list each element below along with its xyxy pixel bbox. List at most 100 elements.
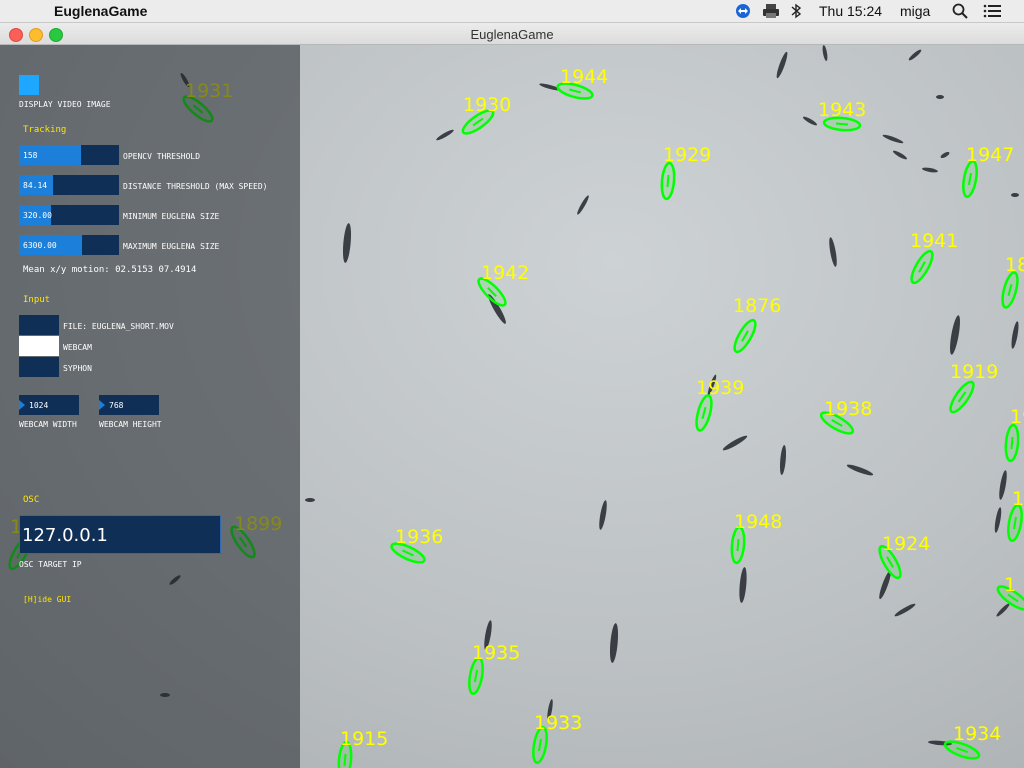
input-file-toggle[interactable] [19, 315, 59, 335]
track-id-label: 1934 [953, 723, 1001, 745]
max-euglena-size-value: 6300.00 [23, 241, 57, 250]
osc-target-ip-label: OSC TARGET IP [19, 560, 82, 569]
increment-arrow-icon [99, 400, 105, 410]
euglena-cell [599, 500, 607, 530]
track-id-label: 1924 [882, 533, 930, 555]
input-section-title: Input [23, 295, 51, 305]
track-id-label: 1876 [733, 295, 781, 317]
tracking-contour [910, 249, 934, 285]
euglena-cell [1011, 193, 1019, 197]
webcam-height-value: 768 [109, 401, 124, 410]
tracking-contour [733, 318, 757, 354]
menu-clock[interactable]: Thu 15:24 [819, 3, 882, 19]
webcam-width-value: 1024 [29, 401, 49, 410]
display-video-label: DISPLAY VIDEO IMAGE [19, 100, 111, 109]
mean-motion-readout: Mean x/y motion: 02.5153 07.4914 [23, 265, 197, 275]
tracking-contour [660, 161, 676, 201]
track-id-label: 1 [1012, 488, 1024, 510]
distance-threshold-slider[interactable]: 84.14 [19, 175, 119, 195]
opencv-threshold-value: 158 [23, 151, 38, 160]
euglena-cell [846, 464, 874, 476]
osc-target-ip-value: 127.0.0.1 [22, 525, 108, 546]
track-id-label: 1 [1004, 574, 1016, 596]
max-euglena-size-label: MAXIMUM EUGLENA SIZE [123, 242, 220, 251]
webcam-width-label: WEBCAM WIDTH [19, 420, 77, 429]
track-id-label: 1930 [463, 94, 511, 116]
bluetooth-icon[interactable] [790, 3, 802, 19]
hide-gui-hint: [H]ide GUI [23, 595, 72, 604]
osc-section-title: OSC [23, 495, 40, 505]
euglena-cell [908, 49, 922, 61]
euglena-cell [894, 603, 916, 617]
euglena-cell [922, 167, 938, 173]
tracking-contour [1001, 271, 1019, 309]
euglena-cell [940, 151, 950, 159]
euglena-cell [779, 445, 787, 475]
increment-arrow-icon [19, 400, 25, 410]
webcam-width-input[interactable]: 1024 [19, 395, 79, 415]
window-titlebar: EuglenaGame [0, 23, 1024, 45]
euglena-cell [305, 498, 315, 502]
track-id-label: 1935 [472, 642, 520, 664]
track-id-label: 1915 [340, 728, 388, 750]
min-euglena-size-value: 320.00 [23, 211, 52, 220]
menu-bar: EuglenaGame Thu 15:24 miga [0, 0, 1024, 23]
track-id-label: 1948 [734, 511, 782, 533]
euglena-cell [950, 315, 960, 355]
printer-icon[interactable] [762, 3, 780, 19]
input-file-label: FILE: EUGLENA_SHORT.MOV [63, 322, 174, 331]
track-id-label: 1929 [663, 144, 711, 166]
euglena-cell [342, 223, 352, 263]
input-webcam-label: WEBCAM [63, 343, 92, 352]
track-id-label: 18 [1005, 254, 1024, 276]
euglena-cell [994, 507, 1002, 533]
euglena-cell [577, 195, 589, 215]
webcam-height-label: WEBCAM HEIGHT [99, 420, 162, 429]
track-id-label: 1919 [950, 361, 998, 383]
webcam-height-input[interactable]: 768 [99, 395, 159, 415]
euglena-cell [882, 134, 904, 144]
track-id-label: 1938 [824, 398, 872, 420]
tracking-contour [695, 394, 713, 432]
video-viewport[interactable]: 1931194419301943192919471941181942187619… [0, 45, 1024, 768]
distance-threshold-label: DISTANCE THRESHOLD (MAX SPEED) [123, 182, 268, 191]
input-syphon-toggle[interactable] [19, 357, 59, 377]
spotlight-search-icon[interactable] [952, 3, 968, 19]
track-id-label: 1942 [481, 262, 529, 284]
opencv-threshold-slider[interactable]: 158 [19, 145, 119, 165]
min-euglena-size-label: MINIMUM EUGLENA SIZE [123, 212, 220, 221]
min-euglena-size-slider[interactable]: 320.00 [19, 205, 119, 225]
menu-user[interactable]: miga [900, 3, 930, 19]
notification-center-icon[interactable] [983, 4, 1001, 18]
window-title: EuglenaGame [470, 27, 554, 42]
euglena-cell [936, 95, 944, 99]
tracking-section-title: Tracking [23, 125, 67, 135]
euglena-cell [1011, 321, 1019, 349]
track-id-label: 1943 [818, 99, 866, 121]
euglena-cell [609, 623, 619, 663]
app-menu[interactable]: EuglenaGame [54, 3, 147, 19]
euglena-cell [739, 567, 747, 603]
track-id-label: 1939 [696, 377, 744, 399]
max-euglena-size-slider[interactable]: 6300.00 [19, 235, 119, 255]
euglena-cell [893, 150, 907, 160]
euglena-cell [829, 237, 837, 267]
tracking-contour [1004, 423, 1020, 463]
input-webcam-toggle[interactable] [19, 336, 59, 356]
input-syphon-label: SYPHON [63, 364, 92, 373]
tracking-contour [949, 380, 975, 414]
euglena-cell [996, 603, 1010, 617]
osc-target-ip-input[interactable]: 127.0.0.1 [19, 515, 221, 554]
euglena-cell [822, 45, 828, 61]
track-id-label: 19 [1010, 406, 1024, 428]
euglena-cell [803, 116, 817, 126]
display-video-toggle[interactable] [19, 75, 39, 95]
teamviewer-icon[interactable] [735, 3, 751, 19]
euglena-cell [722, 435, 748, 451]
track-id-label: 1944 [560, 66, 608, 88]
track-id-label: 1947 [966, 144, 1014, 166]
distance-threshold-value: 84.14 [23, 181, 48, 190]
track-id-label: 1936 [395, 526, 443, 548]
euglena-cell [436, 129, 454, 141]
euglena-cell [999, 470, 1007, 500]
